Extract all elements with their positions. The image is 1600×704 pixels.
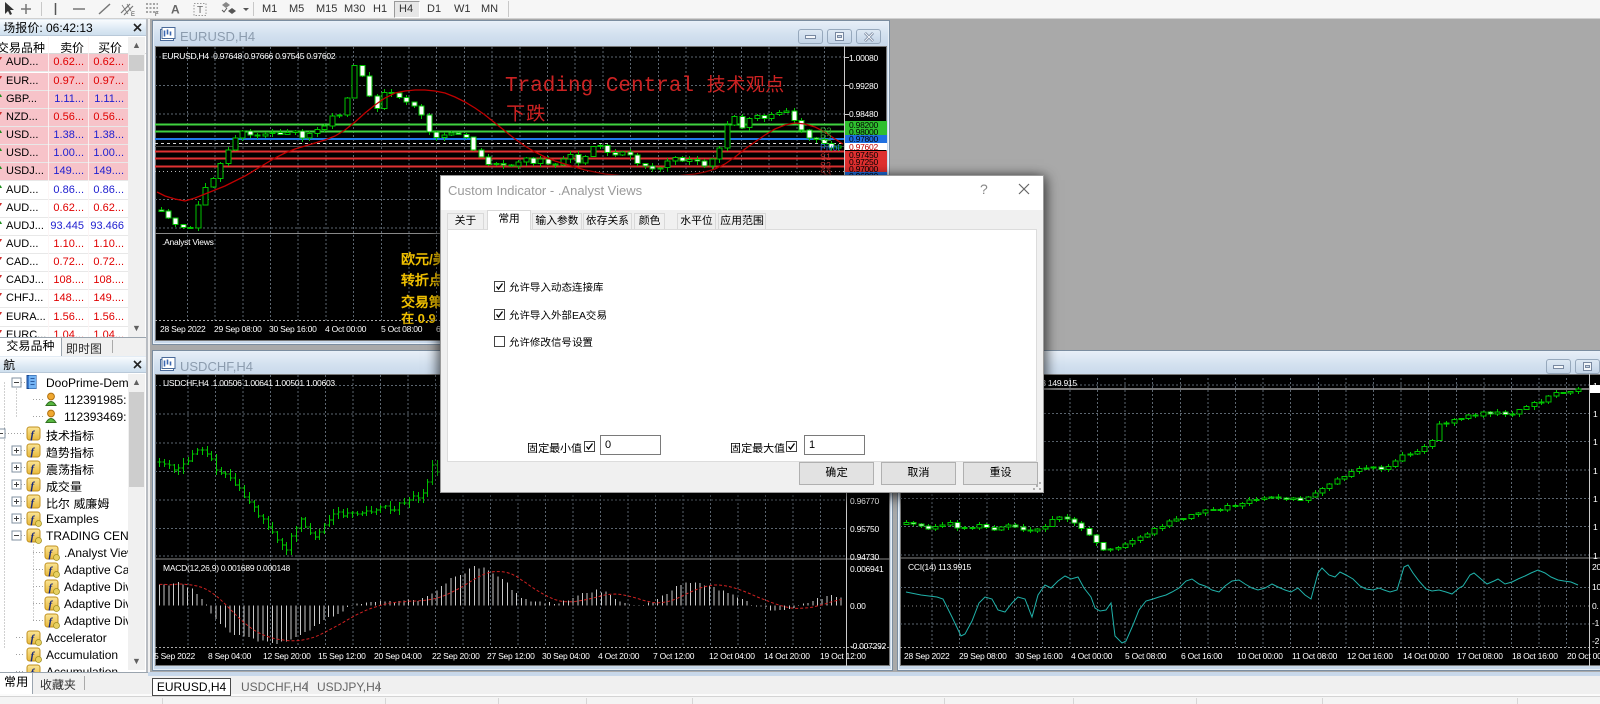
svg-text:F: F — [155, 12, 159, 18]
svg-text:Pivot: Pivot — [820, 143, 841, 153]
svg-text:S3: S3 — [820, 168, 831, 178]
svg-text:E: E — [131, 12, 135, 18]
svg-text:T: T — [197, 5, 203, 16]
svg-text:A: A — [171, 3, 180, 17]
svg-text:R2: R2 — [820, 133, 832, 143]
